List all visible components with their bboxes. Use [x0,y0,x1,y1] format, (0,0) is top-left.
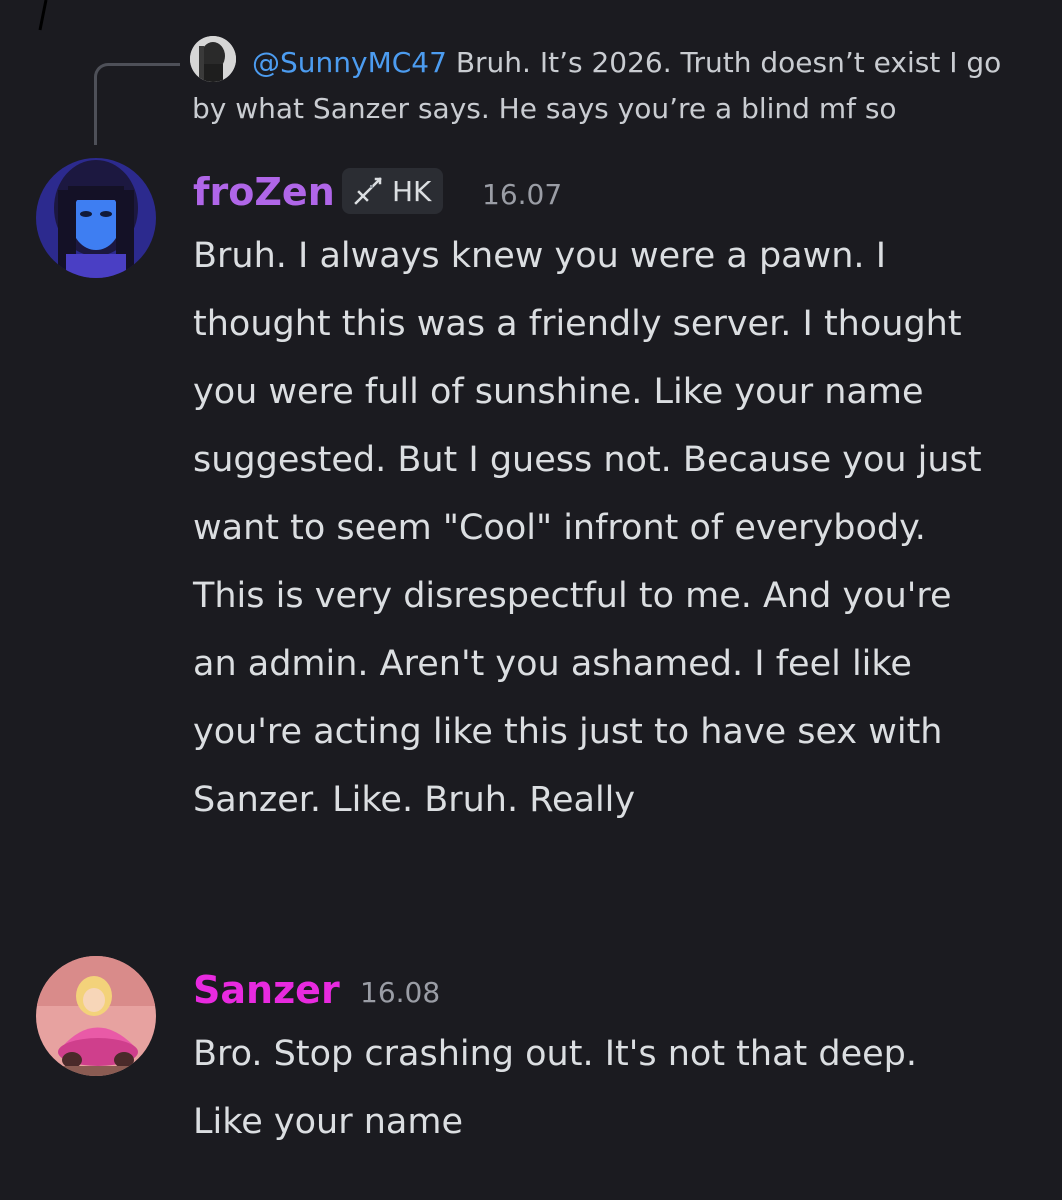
message-text-frozen: Bruh. I always knew you were a pawn. I t… [193,236,982,820]
role-tag[interactable]: HK [342,168,444,214]
avatar-sanzer[interactable] [36,956,156,1076]
reply-mention[interactable]: @SunnyMC47 [252,46,447,79]
avatar-frozen[interactable] [36,158,156,278]
sword-icon [354,177,382,205]
reply-connector-line [94,63,180,145]
username-frozen[interactable]: froZen [193,170,335,214]
avatar-frozen-image [36,158,156,278]
stray-pen-mark [38,0,48,31]
reply-content: @SunnyMC47 Bruh. It’s 2026. Truth doesn’… [192,40,1032,132]
avatar-sanzer-image [36,956,156,1076]
username-sanzer[interactable]: Sanzer [193,968,340,1012]
timestamp-sanzer[interactable]: 16.08 [360,976,440,1010]
timestamp-frozen[interactable]: 16.07 [482,178,562,212]
role-tag-label: HK [392,174,432,208]
message-text-sanzer: Bro. Stop crashing out. It's not that de… [193,1034,917,1142]
